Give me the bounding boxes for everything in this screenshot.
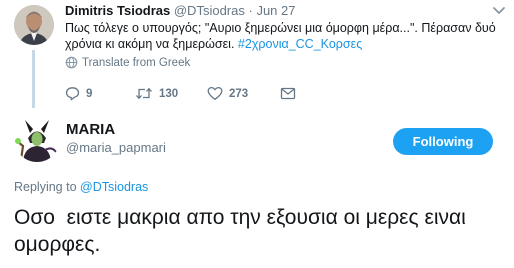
translate-label: Translate from Greek (82, 56, 191, 69)
tweet-text: Πως τόλεγε ο υπουργός; "Αυριο ξημερώνει … (65, 20, 505, 52)
reply-count: 9 (86, 87, 93, 100)
like-count: 273 (229, 87, 249, 100)
author-handle[interactable]: @maria_papmari (66, 140, 166, 155)
avatar-maleficent-illustration (14, 116, 60, 162)
heart-icon (207, 86, 223, 100)
tweet-header: Dimitris Tsiodras @DTsiodras · Jun 27 (65, 3, 296, 18)
globe-icon (65, 56, 78, 69)
avatar[interactable] (14, 5, 54, 45)
chevron-down-icon[interactable] (492, 6, 506, 16)
like-action[interactable]: 273 (207, 86, 248, 101)
envelope-icon (280, 87, 296, 100)
replying-to: Replying to @DTsiodras (14, 180, 148, 194)
tweet-actions: 9 130 273 (65, 86, 315, 102)
avatar-photo (14, 5, 54, 45)
reply-icon (65, 87, 80, 101)
translate-link[interactable]: Translate from Greek (65, 56, 190, 69)
hashtag-link[interactable]: #2χρονια_CC_Κορσες (238, 37, 362, 51)
reply-action[interactable]: 9 (65, 86, 92, 101)
tweet-date[interactable]: Jun 27 (256, 3, 295, 18)
retweet-action[interactable]: 130 (135, 86, 178, 101)
tweet-text: Οσο ειστε μακρια απο την εξουσια οι μερε… (14, 206, 472, 256)
parent-tweet[interactable]: Dimitris Tsiodras @DTsiodras · Jun 27 Πω… (0, 0, 514, 108)
thread-line (32, 50, 35, 108)
separator: · (248, 3, 253, 18)
retweet-icon (136, 87, 152, 100)
author-handle[interactable]: @DTsiodras (174, 3, 245, 18)
following-button[interactable]: Following (393, 128, 493, 155)
author-name[interactable]: Dimitris Tsiodras (65, 3, 170, 18)
author-name[interactable]: MARIA (66, 121, 115, 138)
direct-message-action[interactable] (280, 86, 302, 101)
replying-prefix: Replying to (14, 180, 77, 194)
avatar[interactable] (14, 116, 60, 162)
mention-link[interactable]: @DTsiodras (80, 180, 148, 194)
reply-tweet: MARIA @maria_papmari Following Replying … (0, 108, 514, 268)
retweet-count: 130 (159, 87, 179, 100)
